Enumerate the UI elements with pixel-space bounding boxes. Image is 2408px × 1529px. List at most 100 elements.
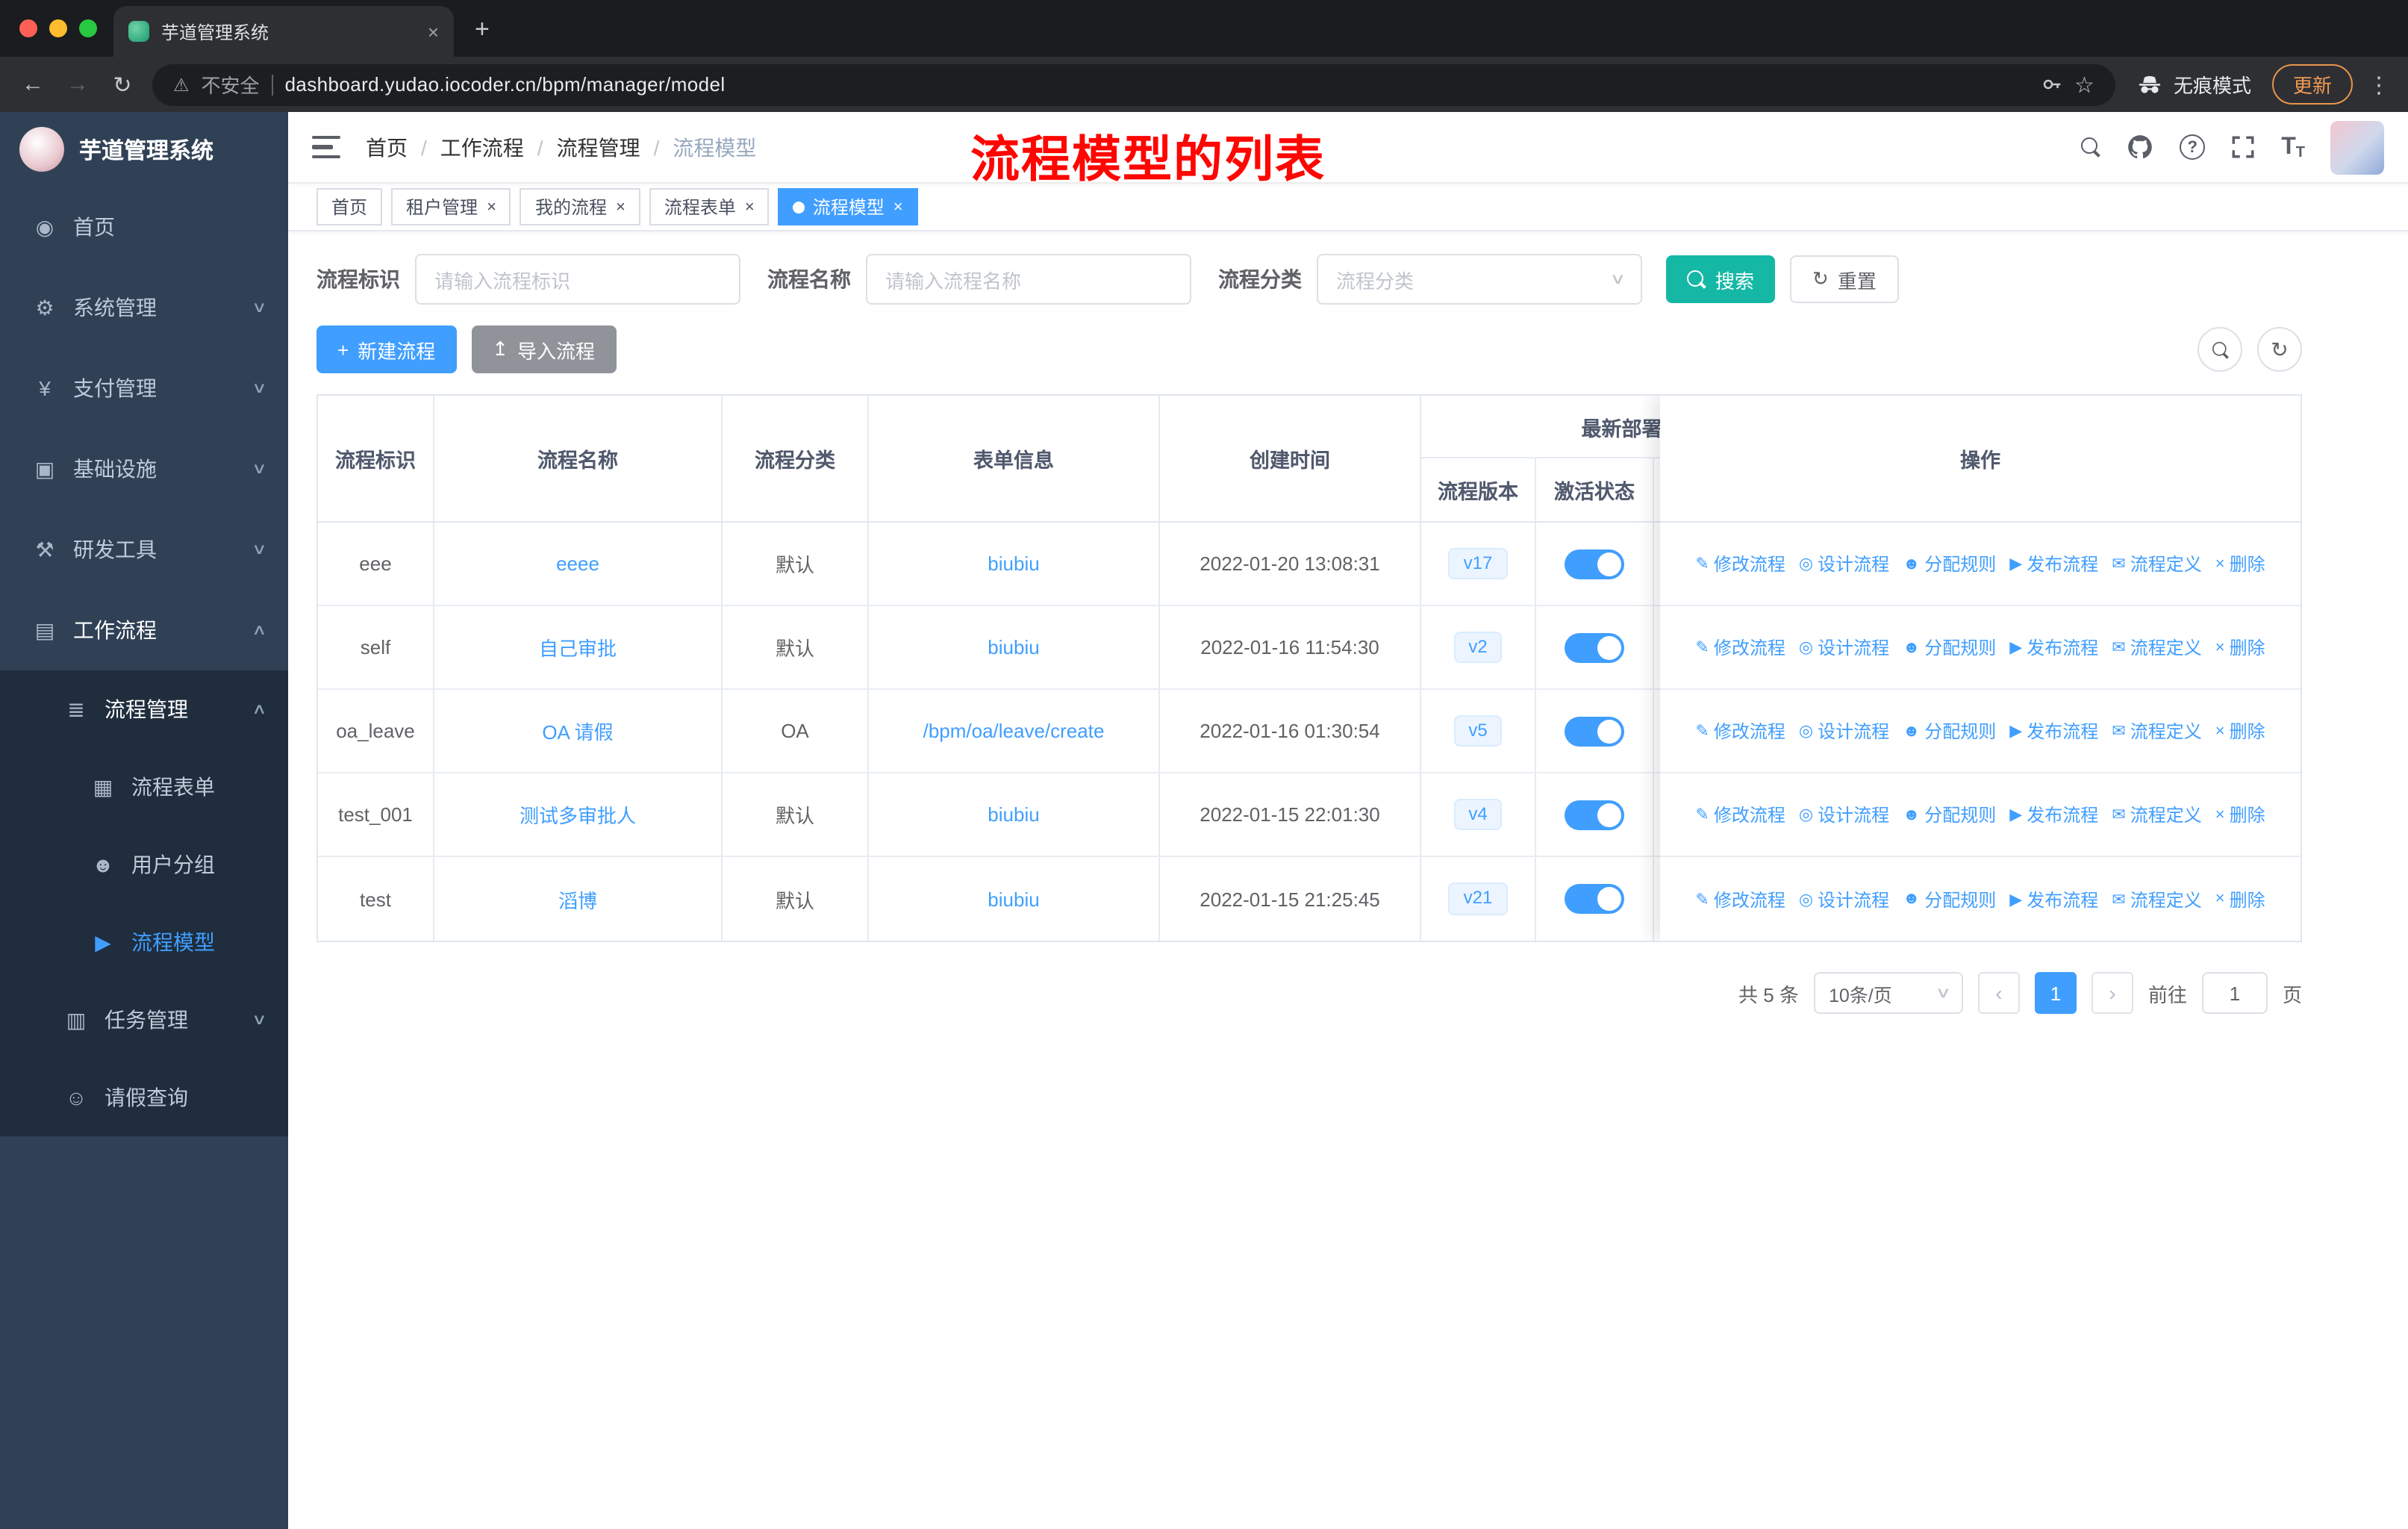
- bookmark-star-icon[interactable]: ☆: [2074, 71, 2094, 98]
- action-assign-link[interactable]: ☻ 分配规则: [1903, 551, 1996, 576]
- version-tag[interactable]: v4: [1453, 798, 1503, 831]
- form-info-link[interactable]: /bpm/oa/leave/create: [869, 690, 1160, 772]
- github-icon[interactable]: [2126, 133, 2154, 161]
- password-key-icon[interactable]: [2040, 73, 2062, 96]
- close-window-button[interactable]: [19, 19, 37, 37]
- process-name-link[interactable]: eeee: [434, 523, 723, 605]
- sidebar-item-user-group[interactable]: ☻ 用户分组: [0, 826, 288, 903]
- logo[interactable]: 芋道管理系统: [0, 112, 288, 187]
- form-info-link[interactable]: biubiu: [869, 606, 1160, 688]
- action-publish-link[interactable]: ▶ 发布流程: [2009, 635, 2098, 660]
- prev-page-button[interactable]: ‹: [1977, 972, 2020, 1014]
- action-delete-link[interactable]: × 删除: [2215, 551, 2265, 576]
- goto-page-input[interactable]: 1: [2201, 972, 2268, 1014]
- version-tag[interactable]: v2: [1453, 631, 1503, 664]
- close-icon[interactable]: ×: [893, 198, 903, 216]
- active-toggle[interactable]: [1565, 632, 1624, 662]
- version-tag[interactable]: v17: [1448, 547, 1508, 580]
- version-tag[interactable]: v21: [1448, 882, 1508, 915]
- action-publish-link[interactable]: ▶ 发布流程: [2009, 802, 2098, 827]
- action-publish-link[interactable]: ▶ 发布流程: [2009, 886, 2098, 912]
- process-key-input[interactable]: 请输入流程标识: [415, 254, 740, 305]
- action-assign-link[interactable]: ☻ 分配规则: [1903, 635, 1996, 660]
- sidebar-item-leave-query[interactable]: ☺ 请假查询: [0, 1059, 288, 1136]
- sidebar-item-process-model[interactable]: ▶ 流程模型: [0, 903, 288, 981]
- action-modify-link[interactable]: ✎ 修改流程: [1695, 635, 1785, 660]
- form-info-link[interactable]: biubiu: [869, 523, 1160, 605]
- sidebar-item-system[interactable]: ⚙ 系统管理 ∨: [0, 267, 288, 348]
- active-toggle[interactable]: [1565, 716, 1624, 746]
- version-tag[interactable]: v5: [1453, 714, 1503, 747]
- action-design-link[interactable]: ◎ 设计流程: [1799, 718, 1889, 744]
- process-name-link[interactable]: OA 请假: [434, 690, 723, 772]
- action-modify-link[interactable]: ✎ 修改流程: [1695, 802, 1785, 827]
- action-definition-link[interactable]: ✉ 流程定义: [2112, 886, 2201, 912]
- action-delete-link[interactable]: × 删除: [2215, 635, 2265, 660]
- action-modify-link[interactable]: ✎ 修改流程: [1695, 718, 1785, 744]
- form-info-link[interactable]: biubiu: [869, 773, 1160, 856]
- action-definition-link[interactable]: ✉ 流程定义: [2112, 551, 2201, 576]
- reset-button[interactable]: ↻ 重置: [1790, 255, 1899, 303]
- tag-tenant[interactable]: 租户管理 ×: [391, 188, 511, 225]
- close-icon[interactable]: ×: [745, 198, 755, 216]
- tag-process-form[interactable]: 流程表单 ×: [649, 188, 770, 225]
- hamburger-icon[interactable]: [312, 136, 340, 158]
- new-tab-button[interactable]: +: [475, 15, 490, 45]
- back-button[interactable]: ←: [18, 72, 48, 97]
- process-name-link[interactable]: 自己审批: [434, 606, 723, 688]
- action-design-link[interactable]: ◎ 设计流程: [1799, 802, 1889, 827]
- active-toggle[interactable]: [1565, 800, 1624, 829]
- process-name-link[interactable]: 滔博: [434, 857, 723, 941]
- sidebar-item-payment[interactable]: ¥ 支付管理 ∨: [0, 348, 288, 429]
- sidebar-item-infrastructure[interactable]: ▣ 基础设施 ∨: [0, 429, 288, 509]
- font-size-icon[interactable]: TT: [2281, 134, 2305, 161]
- browser-menu-icon[interactable]: ⋮: [2368, 71, 2390, 98]
- refresh-table-button[interactable]: ↻: [2257, 327, 2302, 372]
- action-design-link[interactable]: ◎ 设计流程: [1799, 886, 1889, 912]
- action-design-link[interactable]: ◎ 设计流程: [1799, 551, 1889, 576]
- close-icon[interactable]: ×: [616, 198, 626, 216]
- action-publish-link[interactable]: ▶ 发布流程: [2009, 718, 2098, 744]
- close-tab-icon[interactable]: ×: [428, 20, 439, 43]
- sidebar-item-process-manage[interactable]: ≣ 流程管理 ∧: [0, 670, 288, 748]
- zoom-window-button[interactable]: [79, 19, 97, 37]
- breadcrumb-item[interactable]: 工作流程: [440, 132, 524, 162]
- toggle-search-button[interactable]: [2198, 327, 2242, 372]
- active-toggle[interactable]: [1565, 549, 1624, 579]
- help-icon[interactable]: ?: [2180, 134, 2206, 160]
- action-assign-link[interactable]: ☻ 分配规则: [1903, 886, 1996, 912]
- sidebar-item-task-manage[interactable]: ▥ 任务管理 ∨: [0, 981, 288, 1059]
- active-toggle[interactable]: [1565, 884, 1624, 914]
- action-definition-link[interactable]: ✉ 流程定义: [2112, 802, 2201, 827]
- breadcrumb-item[interactable]: 首页: [366, 132, 408, 162]
- action-definition-link[interactable]: ✉ 流程定义: [2112, 635, 2201, 660]
- action-delete-link[interactable]: × 删除: [2215, 802, 2265, 827]
- tag-process-model[interactable]: 流程模型 ×: [778, 188, 918, 225]
- process-name-input[interactable]: 请输入流程名称: [866, 254, 1191, 305]
- action-modify-link[interactable]: ✎ 修改流程: [1695, 886, 1785, 912]
- action-delete-link[interactable]: × 删除: [2215, 886, 2265, 912]
- fullscreen-icon[interactable]: [2230, 134, 2256, 160]
- sidebar-item-devtools[interactable]: ⚒ 研发工具 ∨: [0, 509, 288, 590]
- user-avatar[interactable]: [2330, 120, 2384, 174]
- process-name-link[interactable]: 测试多审批人: [434, 773, 723, 856]
- tag-home[interactable]: 首页: [316, 188, 383, 225]
- process-category-select[interactable]: 流程分类 ∨: [1317, 254, 1642, 305]
- security-label[interactable]: 不安全: [202, 70, 260, 99]
- forward-button[interactable]: →: [63, 72, 93, 97]
- close-icon[interactable]: ×: [487, 198, 496, 216]
- breadcrumb-item[interactable]: 流程管理: [557, 132, 640, 162]
- sidebar-item-workflow[interactable]: ▤ 工作流程 ∧: [0, 590, 288, 670]
- form-info-link[interactable]: biubiu: [869, 857, 1160, 941]
- sidebar-item-home[interactable]: ◉ 首页: [0, 187, 288, 267]
- action-assign-link[interactable]: ☻ 分配规则: [1903, 802, 1996, 827]
- browser-tab[interactable]: 芋道管理系统 ×: [113, 6, 454, 57]
- import-process-button[interactable]: ↥ 导入流程: [471, 326, 617, 373]
- search-button[interactable]: 搜索: [1666, 255, 1776, 303]
- address-bar[interactable]: ⚠ 不安全 dashboard.yudao.iocoder.cn/bpm/man…: [152, 63, 2115, 105]
- page-size-select[interactable]: 10条/页 ∨: [1813, 972, 1963, 1014]
- action-definition-link[interactable]: ✉ 流程定义: [2112, 718, 2201, 744]
- next-page-button[interactable]: ›: [2091, 972, 2133, 1014]
- search-icon[interactable]: [2081, 137, 2100, 157]
- action-modify-link[interactable]: ✎ 修改流程: [1695, 551, 1785, 576]
